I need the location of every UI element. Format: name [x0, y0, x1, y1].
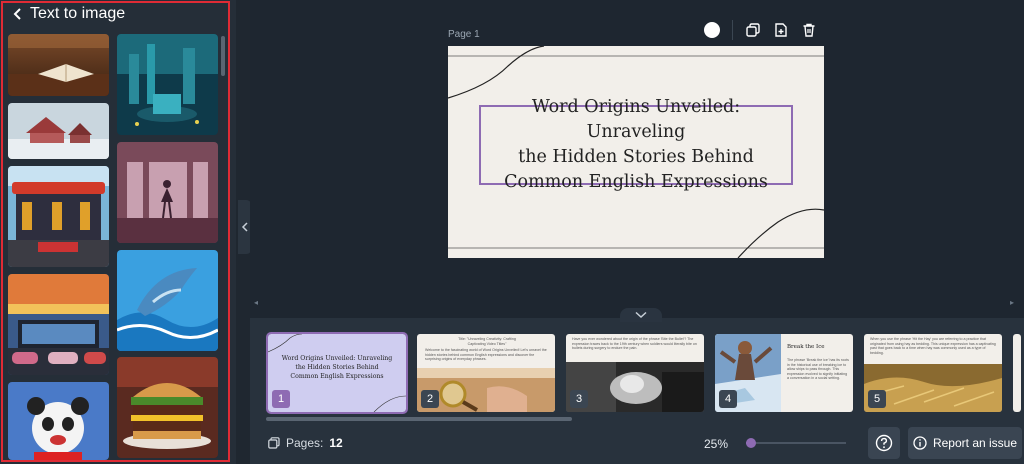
editor-area: Page 1 Word Origins Unveiled: Unraveling… [250, 0, 1024, 318]
dolphin-image[interactable] [117, 250, 218, 351]
page-thumbnail-5[interactable]: When you use the phrase 'Hit the Hay' yo… [864, 334, 1002, 412]
duplicate-icon[interactable] [745, 22, 761, 38]
underwater-city-image[interactable] [117, 34, 218, 135]
toolbar-divider [732, 20, 733, 40]
page-thumbnail-2[interactable]: Title: "Unraveling Creativity: Crafting … [417, 334, 555, 412]
page-thumbnail-6-partial[interactable] [1013, 334, 1021, 412]
thumbnail-body: Have you ever wondered about the origin … [572, 337, 697, 351]
info-icon [913, 436, 927, 450]
book-on-table-image[interactable] [8, 34, 109, 96]
report-issue-button[interactable]: Report an issue [908, 427, 1022, 459]
page-strip-panel: Word Origins Unveiled: Unraveling the Hi… [250, 318, 1024, 464]
page-number-badge: 4 [719, 390, 737, 408]
zoom-level: 25% [704, 437, 729, 451]
ballerina-room-image[interactable] [117, 142, 218, 243]
thumbnail-body: Welcome to the fascinating world of Word… [425, 348, 547, 362]
thumbnail-heading: Title: "Unraveling Creativity: Crafting … [458, 337, 516, 346]
page-label: Page 1 [448, 29, 480, 40]
thumbnail-body: When you use the phrase 'Hit the Hay' yo… [870, 337, 996, 355]
sidebar-scrollbar[interactable] [221, 36, 225, 76]
pages-icon [268, 437, 280, 449]
add-page-icon[interactable] [773, 22, 789, 38]
color-picker-button[interactable] [704, 22, 720, 38]
thumbnail-strip-scrollbar[interactable] [266, 417, 572, 421]
report-issue-label: Report an issue [932, 436, 1018, 450]
page-count: Pages: 12 [268, 436, 343, 450]
panel-header[interactable]: Text to image [12, 4, 125, 24]
thumbnail-heading: Break the Ice [787, 344, 825, 350]
panda-image[interactable] [8, 382, 109, 460]
back-arrow-icon[interactable] [12, 5, 22, 23]
thumbnail-title: Word Origins Unveiled: Unraveling the Hi… [281, 355, 393, 380]
trash-icon[interactable] [801, 22, 817, 38]
chevron-down-icon [635, 311, 647, 319]
scroll-left-arrow[interactable]: ◂ [254, 298, 258, 307]
pages-count: 12 [329, 436, 343, 450]
expand-strip-button[interactable] [620, 308, 662, 322]
title-textbox[interactable]: Word Origins Unveiled: Unraveling the Hi… [479, 97, 793, 192]
retro-cars-image[interactable] [8, 274, 109, 375]
pages-label: Pages: [286, 436, 324, 450]
help-icon [875, 434, 893, 452]
burger-image[interactable] [117, 357, 218, 458]
help-button[interactable] [868, 427, 900, 459]
zoom-slider-handle[interactable] [746, 438, 756, 448]
gas-station-image[interactable] [8, 166, 109, 267]
page-number-badge: 1 [272, 390, 290, 408]
chevron-left-icon [241, 222, 248, 232]
text-to-image-panel: Text to image [0, 0, 236, 464]
page-toolbar [704, 20, 817, 40]
editor-app: Text to image Page 1 Word Origins Unveil… [0, 0, 1024, 464]
page-thumbnail-1[interactable]: Word Origins Unveiled: Unraveling the Hi… [266, 332, 408, 414]
zoom-slider[interactable] [746, 438, 846, 448]
scroll-right-arrow[interactable]: ▸ [1010, 298, 1014, 307]
slide-title[interactable]: Word Origins Unveiled: Unraveling the Hi… [481, 95, 791, 195]
page-thumbnail-4[interactable]: Break the Ice The phrase 'Break the ice'… [715, 334, 853, 412]
page-number-badge: 2 [421, 390, 439, 408]
panel-title: Text to image [30, 5, 126, 22]
slide-canvas[interactable]: Word Origins Unveiled: Unraveling the Hi… [448, 46, 824, 258]
page-number-badge: 3 [570, 390, 588, 408]
snowy-house-image[interactable] [8, 103, 109, 159]
page-thumbnail-3[interactable]: Have you ever wondered about the origin … [566, 334, 704, 412]
page-number-badge: 5 [868, 390, 886, 408]
thumbnail-body: The phrase 'Break the ice' has its roots… [787, 358, 849, 381]
